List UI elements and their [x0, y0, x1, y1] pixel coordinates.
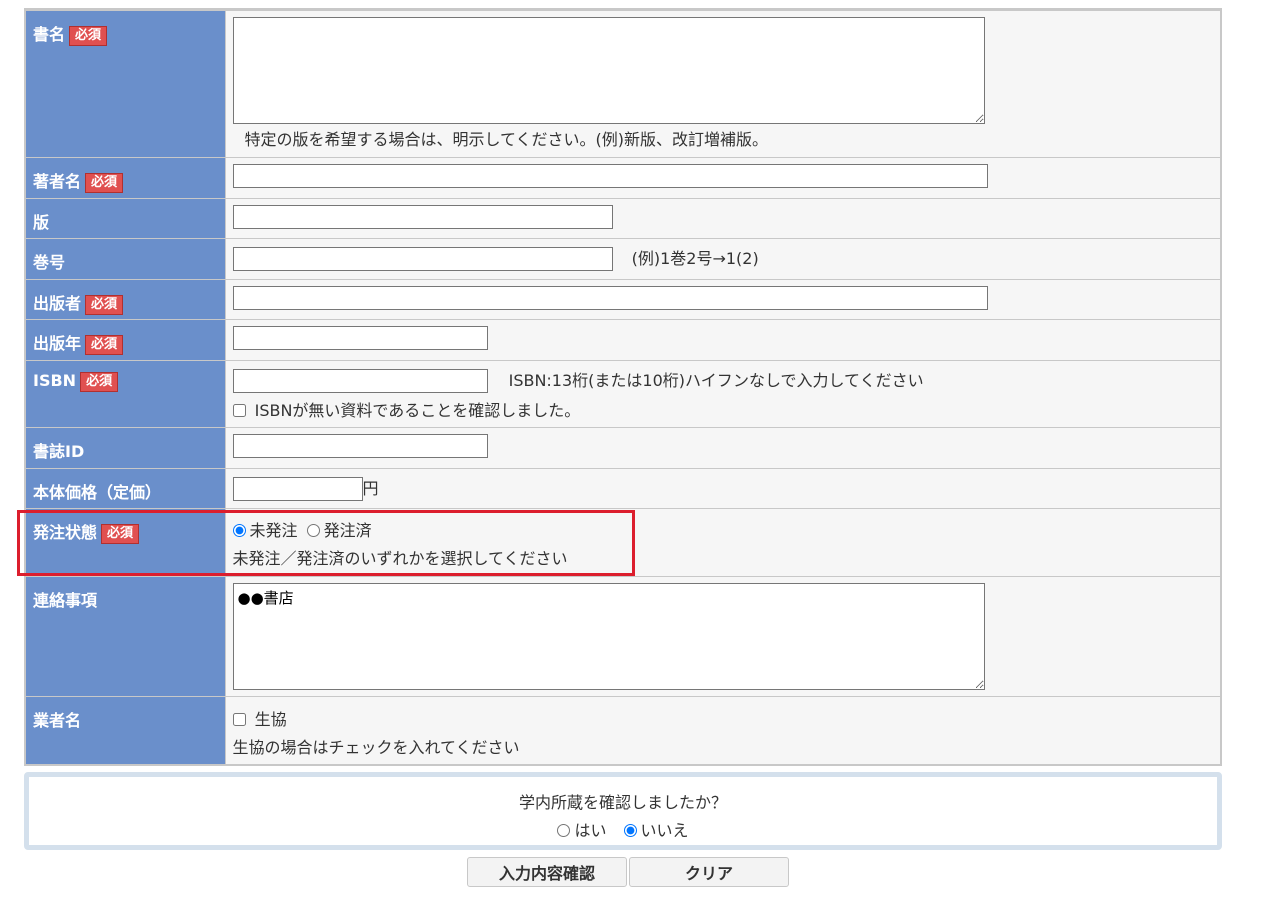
row-pub-year: 出版年 必須: [24, 318, 1222, 361]
radio-no-label: いいえ: [640, 821, 689, 840]
isbn-input[interactable]: [232, 369, 488, 393]
publisher-input[interactable]: [232, 285, 988, 310]
order-status-note: 未発注／発注済のいずれかを選択してください: [232, 548, 568, 568]
radio-yes-label: はい: [574, 821, 607, 840]
cell-volume: (例)1巻2号→1(2): [224, 237, 1222, 280]
required-badge: 必須: [69, 26, 108, 46]
label-text: 業者名: [33, 710, 82, 730]
label-order-status: 発注状態 必須: [24, 507, 226, 577]
cell-title: 特定の版を希望する場合は、明示してください。(例)新版、改訂増補版。: [224, 9, 1222, 158]
cell-vendor: 生協 生協の場合はチェックを入れてください: [224, 695, 1222, 766]
volume-input[interactable]: [232, 247, 613, 271]
row-edition: 版: [24, 197, 1222, 239]
cell-pub-year: [224, 318, 1222, 361]
no-isbn-checkbox[interactable]: [232, 404, 246, 417]
label-bib-id: 書誌ID: [24, 426, 226, 469]
holdings-question: 学内所蔵を確認しましたか？: [518, 793, 727, 812]
coop-checkbox-label: 生協: [254, 709, 287, 729]
label-price: 本体価格（定価）: [24, 467, 226, 509]
cell-contact: [224, 575, 1222, 697]
label-edition: 版: [24, 197, 226, 239]
cell-order-status: 未発注 発注済 未発注／発注済のいずれかを選択してください: [224, 507, 1222, 577]
required-badge: 必須: [85, 294, 124, 315]
title-textarea[interactable]: [232, 17, 985, 124]
label-text: 発注状態: [33, 522, 98, 542]
cell-edition: [224, 197, 1222, 239]
edition-input[interactable]: [232, 204, 613, 229]
label-vendor: 業者名: [24, 695, 226, 766]
label-text: 巻号: [33, 252, 66, 272]
label-contact: 連絡事項: [24, 575, 226, 697]
row-title: 書名 必須 特定の版を希望する場合は、明示してください。(例)新版、改訂増補版。: [24, 9, 1222, 158]
label-text: 出版者: [33, 293, 82, 313]
bib-id-input[interactable]: [232, 433, 488, 458]
radio-yes[interactable]: [557, 824, 571, 837]
holdings-no-option[interactable]: いいえ: [623, 821, 689, 840]
no-isbn-checkbox-label: ISBNが無い資料であることを確認しました。: [254, 401, 581, 420]
top-divider: [24, 0, 1222, 9]
price-unit: 円: [362, 478, 379, 498]
radio-no[interactable]: [623, 824, 637, 837]
request-form-table: 書名 必須 特定の版を希望する場合は、明示してください。(例)新版、改訂増補版。 …: [24, 9, 1222, 766]
label-title: 書名 必須: [24, 9, 226, 158]
vendor-note: 生協の場合はチェックを入れてください: [232, 737, 520, 757]
coop-checkbox[interactable]: [232, 712, 246, 726]
label-text: ISBN: [33, 370, 77, 390]
radio-ordered[interactable]: [306, 523, 320, 537]
cell-price: 円: [224, 467, 1222, 509]
row-author: 著者名 必須: [24, 156, 1222, 199]
label-volume: 巻号: [24, 237, 226, 280]
required-badge: 必須: [85, 334, 124, 355]
volume-note: (例)1巻2号→1(2): [631, 248, 759, 268]
label-publisher: 出版者 必須: [24, 278, 226, 320]
row-contact: 連絡事項: [24, 575, 1222, 697]
label-text: 出版年: [33, 333, 82, 353]
price-input[interactable]: [232, 477, 363, 501]
label-text: 版: [33, 212, 50, 232]
confirm-input-button[interactable]: 入力内容確認: [467, 857, 627, 887]
label-text: 書名: [33, 25, 66, 44]
order-status-radios: 未発注 発注済: [232, 517, 1221, 541]
label-pub-year: 出版年 必須: [24, 318, 226, 361]
vendor-checkbox-row: 生協: [232, 706, 1221, 730]
label-text: 書誌ID: [33, 441, 85, 461]
cell-bib-id: [224, 426, 1222, 469]
label-text: 著者名: [33, 171, 82, 191]
title-note: 特定の版を希望する場合は、明示してください。(例)新版、改訂増補版。: [244, 130, 769, 149]
row-bib-id: 書誌ID: [24, 426, 1222, 469]
cell-isbn: ISBN:13桁(または10桁)ハイフンなしで入力してください ISBNが無い資…: [224, 359, 1222, 428]
cell-author: [224, 156, 1222, 199]
author-input[interactable]: [232, 163, 988, 188]
isbn-note: ISBN:13桁(または10桁)ハイフンなしで入力してください: [508, 370, 924, 390]
required-badge: 必須: [101, 523, 140, 544]
label-author: 著者名 必須: [24, 156, 226, 199]
isbn-checkbox-row: ISBNが無い資料であることを確認しました。: [232, 397, 1221, 421]
required-badge: 必須: [85, 172, 124, 193]
required-badge: 必須: [80, 371, 119, 392]
cell-publisher: [224, 278, 1222, 320]
label-text: 本体価格（定価）: [33, 482, 162, 502]
contact-textarea[interactable]: [232, 582, 985, 690]
row-volume: 巻号 (例)1巻2号→1(2): [24, 237, 1222, 280]
radio-ordered-label: 発注済: [323, 520, 372, 540]
pub-year-input[interactable]: [232, 325, 488, 350]
row-order-status: 発注状態 必須 未発注 発注済 未発注／発注済のいずれかを選択してください: [24, 507, 1222, 577]
row-vendor: 業者名 生協 生協の場合はチェックを入れてください: [24, 695, 1222, 766]
row-price: 本体価格（定価） 円: [24, 467, 1222, 509]
holdings-confirm-box: 学内所蔵を確認しましたか？ はい いいえ: [24, 772, 1222, 850]
row-publisher: 出版者 必須: [24, 278, 1222, 320]
radio-unordered[interactable]: [232, 523, 246, 537]
label-text: 連絡事項: [33, 590, 98, 610]
holdings-options: はい いいえ: [29, 817, 1217, 841]
label-isbn: ISBN 必須: [24, 359, 226, 428]
form-buttons: 入力内容確認 クリア: [467, 857, 791, 887]
holdings-yes-option[interactable]: はい: [557, 821, 606, 840]
row-isbn: ISBN 必須 ISBN:13桁(または10桁)ハイフンなしで入力してください I…: [24, 359, 1222, 428]
radio-unordered-label: 未発注: [249, 520, 298, 540]
clear-button[interactable]: クリア: [629, 857, 789, 887]
